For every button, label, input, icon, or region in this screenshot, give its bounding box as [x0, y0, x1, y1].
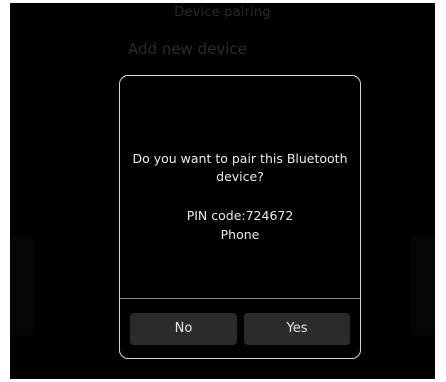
- background-right-edge: [411, 235, 435, 335]
- yes-button[interactable]: Yes: [244, 313, 350, 345]
- pairing-question: Do you want to pair this Bluetooth devic…: [132, 151, 348, 184]
- no-button[interactable]: No: [130, 313, 237, 345]
- pin-code-line: PIN code:724672: [120, 207, 360, 225]
- screen-title: Device pairing: [174, 5, 271, 20]
- add-new-device-heading: Add new device: [128, 40, 247, 58]
- device-name: Phone: [220, 227, 260, 242]
- bluetooth-pairing-dialog: Do you want to pair this Bluetooth devic…: [119, 75, 361, 359]
- dialog-divider: [120, 298, 360, 299]
- pin-code-value: 724672: [245, 208, 294, 223]
- head-unit-screen: Device pairing Add new device Do you wan…: [10, 3, 435, 379]
- background-left-edge: [10, 235, 34, 335]
- pin-code-label: PIN code:: [186, 208, 246, 223]
